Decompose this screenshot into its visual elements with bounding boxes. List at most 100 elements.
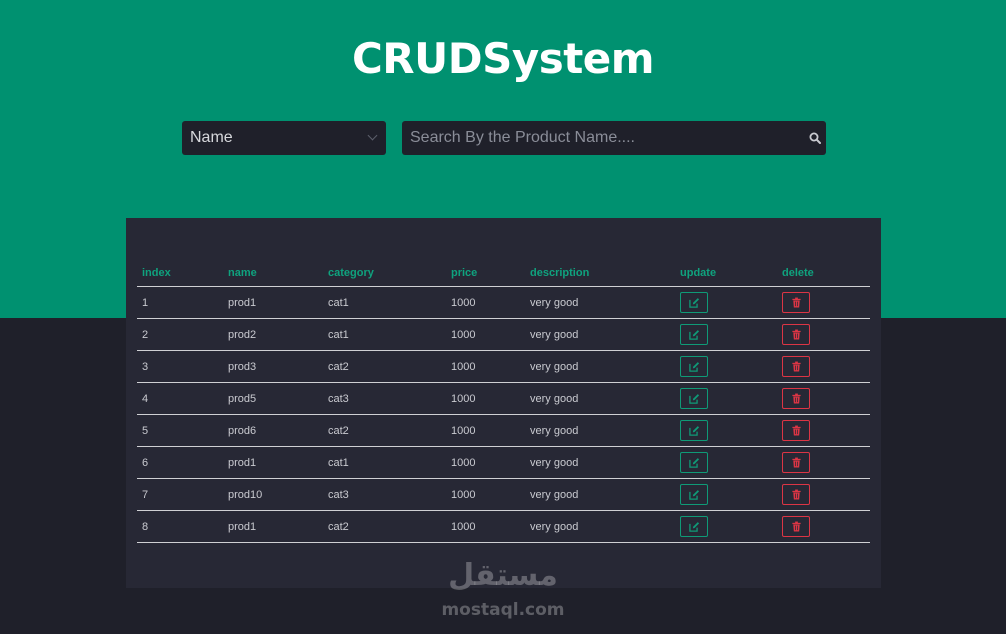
cell-price: 1000 <box>446 446 525 479</box>
column-header-delete: delete <box>777 259 870 287</box>
column-header-name: name <box>223 259 323 287</box>
cell-name: prod6 <box>223 414 323 447</box>
cell-name: prod5 <box>223 382 323 415</box>
column-header-category: category <box>323 259 446 287</box>
column-header-index: index <box>137 259 223 287</box>
cell-category: cat1 <box>323 286 446 319</box>
delete-button[interactable] <box>782 451 810 473</box>
cell-update <box>675 478 777 511</box>
cell-name: prod1 <box>223 446 323 479</box>
table-row: 1 prod1 cat1 1000 very good <box>137 286 870 319</box>
cell-delete <box>777 414 870 447</box>
update-button[interactable] <box>680 451 708 473</box>
cell-description: very good <box>525 414 675 447</box>
cell-description: very good <box>525 350 675 383</box>
trash-icon <box>792 297 801 307</box>
cell-index: 1 <box>137 286 223 319</box>
cell-price: 1000 <box>446 382 525 415</box>
edit-icon <box>689 489 700 500</box>
cell-delete <box>777 446 870 479</box>
update-button[interactable] <box>680 419 708 441</box>
cell-description: very good <box>525 318 675 351</box>
cell-update <box>675 446 777 479</box>
cell-delete <box>777 350 870 383</box>
column-header-price: price <box>446 259 525 287</box>
edit-icon <box>689 457 700 468</box>
cell-delete <box>777 318 870 351</box>
cell-description: very good <box>525 478 675 511</box>
watermark-logo-latin: mostaql.com <box>441 600 565 620</box>
cell-price: 1000 <box>446 350 525 383</box>
update-button[interactable] <box>680 515 708 537</box>
edit-icon <box>689 425 700 436</box>
delete-button[interactable] <box>782 515 810 537</box>
cell-category: cat2 <box>323 414 446 447</box>
search-field[interactable] <box>402 121 826 155</box>
cell-delete <box>777 478 870 511</box>
update-button[interactable] <box>680 323 708 345</box>
trash-icon <box>792 361 801 371</box>
search-mode-select[interactable]: Name <box>182 121 386 155</box>
cell-index: 8 <box>137 510 223 543</box>
cell-update <box>675 318 777 351</box>
table-row: 5 prod6 cat2 1000 very good <box>137 414 870 447</box>
search-icon[interactable] <box>809 132 821 144</box>
cell-category: cat2 <box>323 510 446 543</box>
page-title: CRUDSystem <box>351 34 655 83</box>
edit-icon <box>689 329 700 340</box>
table-row: 6 prod1 cat1 1000 very good <box>137 446 870 479</box>
trash-icon <box>792 489 801 499</box>
cell-price: 1000 <box>446 286 525 319</box>
delete-button[interactable] <box>782 323 810 345</box>
edit-icon <box>689 361 700 372</box>
table-row: 4 prod5 cat3 1000 very good <box>137 382 870 415</box>
trash-icon <box>792 425 801 435</box>
table-body: 1 prod1 cat1 1000 very good 2 prod2 cat1 1000 ver… <box>137 286 870 543</box>
cell-index: 5 <box>137 414 223 447</box>
cell-price: 1000 <box>446 318 525 351</box>
edit-icon <box>689 393 700 404</box>
search-input[interactable] <box>402 121 792 155</box>
cell-description: very good <box>525 382 675 415</box>
cell-category: cat1 <box>323 318 446 351</box>
delete-button[interactable] <box>782 419 810 441</box>
cell-update <box>675 414 777 447</box>
chevron-down-icon <box>367 130 378 141</box>
cell-category: cat3 <box>323 382 446 415</box>
column-header-description: description <box>525 259 675 287</box>
cell-description: very good <box>525 510 675 543</box>
cell-price: 1000 <box>446 478 525 511</box>
search-mode-value: Name <box>190 129 233 146</box>
cell-description: very good <box>525 286 675 319</box>
cell-name: prod10 <box>223 478 323 511</box>
cell-name: prod3 <box>223 350 323 383</box>
table-header-row: index name category price description update d… <box>137 259 870 287</box>
cell-price: 1000 <box>446 414 525 447</box>
delete-button[interactable] <box>782 355 810 377</box>
table-row: 8 prod1 cat2 1000 very good <box>137 510 870 543</box>
cell-category: cat2 <box>323 350 446 383</box>
cell-price: 1000 <box>446 510 525 543</box>
trash-icon <box>792 521 801 531</box>
cell-category: cat3 <box>323 478 446 511</box>
cell-description: very good <box>525 446 675 479</box>
update-button[interactable] <box>680 291 708 313</box>
products-panel: index name category price description update d… <box>126 218 881 588</box>
column-header-update: update <box>675 259 777 287</box>
table-row: 2 prod2 cat1 1000 very good <box>137 318 870 351</box>
delete-button[interactable] <box>782 483 810 505</box>
delete-button[interactable] <box>782 291 810 313</box>
update-button[interactable] <box>680 483 708 505</box>
cell-index: 4 <box>137 382 223 415</box>
delete-button[interactable] <box>782 387 810 409</box>
cell-index: 7 <box>137 478 223 511</box>
cell-update <box>675 286 777 319</box>
update-button[interactable] <box>680 355 708 377</box>
cell-name: prod2 <box>223 318 323 351</box>
edit-icon <box>689 521 700 532</box>
cell-delete <box>777 382 870 415</box>
table-row: 7 prod10 cat3 1000 very good <box>137 478 870 511</box>
update-button[interactable] <box>680 387 708 409</box>
cell-category: cat1 <box>323 446 446 479</box>
watermark-logo-arabic: مستقل <box>448 558 558 593</box>
